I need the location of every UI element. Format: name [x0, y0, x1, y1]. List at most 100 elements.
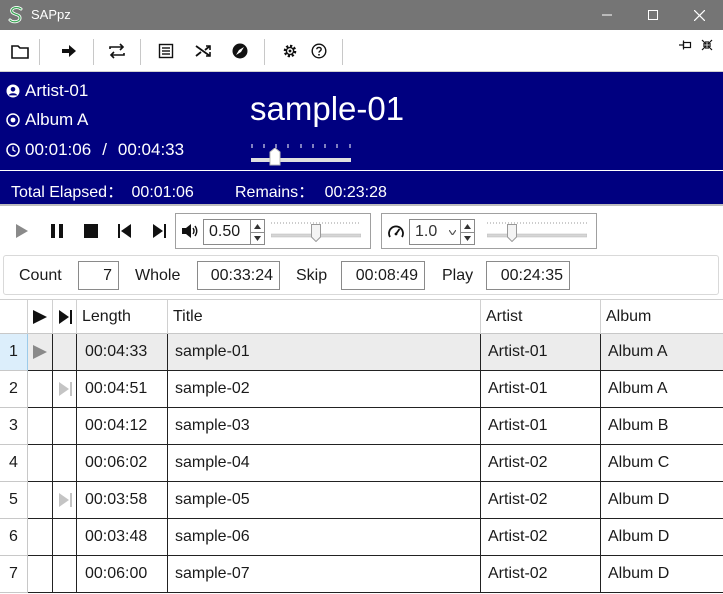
play-button[interactable] — [9, 218, 35, 244]
minimize-icon — [602, 14, 612, 16]
row-play-cell[interactable] — [28, 334, 53, 371]
seek-slider[interactable] — [251, 144, 351, 166]
row-number: 5 — [0, 482, 28, 519]
speed-slider-graphic — [487, 222, 587, 238]
remains-label: Remains： — [235, 184, 315, 201]
row-skip-cell[interactable] — [53, 556, 77, 593]
header-skip-column[interactable] — [53, 300, 77, 334]
playlist-button[interactable] — [151, 36, 181, 66]
row-skip-cell[interactable] — [53, 371, 77, 408]
row-play-cell[interactable] — [28, 519, 53, 556]
table-row[interactable]: 4 00:06:02 sample-04 Artist-02 Album C — [0, 445, 723, 482]
row-number: 2 — [0, 371, 28, 408]
speed-up-button[interactable] — [461, 220, 474, 232]
settings-button[interactable] — [275, 36, 305, 66]
caret-down-icon — [254, 236, 261, 241]
volume-stepper[interactable] — [251, 219, 265, 245]
toolbar-separator — [342, 39, 343, 65]
table-row[interactable]: 1 00:04:33 sample-01 Artist-01 Album A — [0, 334, 723, 371]
clock-icon — [6, 143, 20, 157]
table-row[interactable]: 3 00:04:12 sample-03 Artist-01 Album B — [0, 408, 723, 445]
table-row[interactable]: 2 00:04:51 sample-02 Artist-01 Album A — [0, 371, 723, 408]
time-line: 00:01:06 / 00:04:33 — [6, 140, 184, 160]
time-separator: / — [102, 140, 107, 159]
header-album[interactable]: Album — [601, 300, 723, 334]
volume-group: 0.50 — [175, 213, 371, 249]
speedometer-icon — [388, 225, 404, 238]
row-skip-cell[interactable] — [53, 519, 77, 556]
row-skip-cell[interactable] — [53, 408, 77, 445]
chevron-down-icon — [449, 229, 456, 235]
row-play-cell[interactable] — [28, 408, 53, 445]
help-button[interactable] — [304, 36, 334, 66]
row-title: sample-04 — [168, 445, 481, 482]
row-play-cell[interactable] — [28, 482, 53, 519]
playlist-stats: Count 7 Whole 00:33:24 Skip 00:08:49 Pla… — [0, 254, 723, 298]
current-track-title: sample-01 — [250, 90, 405, 127]
table-row[interactable]: 7 00:06:00 sample-07 Artist-02 Album D — [0, 556, 723, 593]
volume-down-button[interactable] — [251, 232, 264, 244]
pin-button[interactable] — [678, 38, 694, 52]
skip-forward-icon — [153, 224, 166, 238]
header-title[interactable]: Title — [168, 300, 481, 334]
speed-select[interactable]: 1.0 — [409, 219, 461, 245]
seek-thumb[interactable] — [269, 148, 281, 166]
user-icon — [6, 84, 20, 98]
help-icon — [311, 43, 327, 59]
table-row[interactable]: 5 00:03:58 sample-05 Artist-02 Album D — [0, 482, 723, 519]
speed-value: 1.0 — [415, 223, 438, 240]
skip-next-button[interactable] — [146, 218, 172, 244]
artist-line: Artist-01 — [6, 81, 88, 101]
row-play-cell[interactable] — [28, 445, 53, 482]
row-album: Album C — [601, 445, 723, 482]
row-length: 00:04:51 — [77, 371, 168, 408]
next-button[interactable] — [54, 36, 84, 66]
pause-icon — [51, 224, 63, 238]
title-bar: SAPpz — [0, 0, 723, 30]
stop-button[interactable] — [78, 218, 104, 244]
arrow-right-icon — [62, 45, 76, 57]
row-skip-cell[interactable] — [53, 445, 77, 482]
row-skip-cell[interactable] — [53, 334, 77, 371]
gear-icon — [283, 44, 297, 58]
close-button[interactable] — [676, 0, 722, 30]
minimize-button[interactable] — [584, 0, 630, 30]
open-folder-button[interactable] — [5, 36, 35, 66]
header-length[interactable]: Length — [77, 300, 168, 334]
total-elapsed-label: Total Elapsed： — [11, 184, 124, 201]
speed-stepper[interactable] — [461, 219, 475, 245]
pause-button[interactable] — [44, 218, 70, 244]
now-playing-panel: Artist-01 Album A 00:01:06 / 00:04:33 sa… — [0, 72, 723, 204]
row-play-cell[interactable] — [28, 371, 53, 408]
maximize-button[interactable] — [630, 0, 676, 30]
skip-back-icon — [118, 224, 131, 238]
speed-thumb[interactable] — [507, 224, 517, 242]
shuffle-icon — [195, 45, 211, 57]
collapse-button[interactable] — [699, 38, 715, 52]
row-play-cell[interactable] — [28, 556, 53, 593]
table-row[interactable]: 6 00:03:48 sample-06 Artist-02 Album D — [0, 519, 723, 556]
volume-up-button[interactable] — [251, 220, 264, 232]
row-title: sample-02 — [168, 371, 481, 408]
row-skip-cell[interactable] — [53, 482, 77, 519]
header-artist[interactable]: Artist — [481, 300, 601, 334]
stop-icon — [84, 224, 98, 238]
speed-slider[interactable] — [487, 222, 587, 244]
current-album: Album A — [25, 110, 89, 129]
row-artist: Artist-01 — [481, 371, 601, 408]
row-number: 6 — [0, 519, 28, 556]
row-title: sample-07 — [168, 556, 481, 593]
volume-slider[interactable] — [271, 222, 361, 244]
repeat-button[interactable] — [102, 36, 132, 66]
row-length: 00:04:12 — [77, 408, 168, 445]
volume-thumb[interactable] — [311, 224, 321, 242]
seek-slider-graphic — [251, 144, 351, 162]
shuffle-button[interactable] — [188, 36, 218, 66]
volume-input[interactable]: 0.50 — [203, 219, 251, 245]
header-play-column[interactable] — [28, 300, 53, 334]
previous-button[interactable] — [112, 218, 138, 244]
play-value: 00:24:35 — [486, 261, 570, 290]
compass-button[interactable] — [225, 36, 255, 66]
row-title: sample-03 — [168, 408, 481, 445]
speed-down-button[interactable] — [461, 232, 474, 244]
